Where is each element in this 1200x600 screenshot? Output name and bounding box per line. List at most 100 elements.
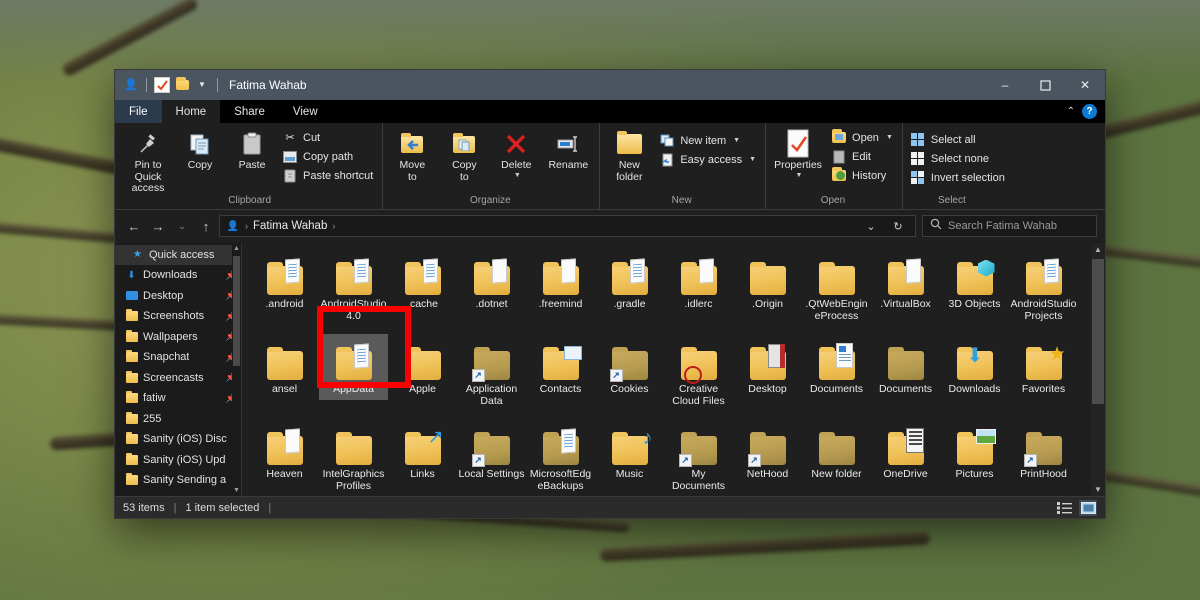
search-input[interactable]: Search Fatima Wahab bbox=[948, 220, 1057, 232]
collapse-ribbon-icon[interactable]: ⌃ bbox=[1067, 106, 1075, 117]
file-item[interactable]: Documents bbox=[871, 334, 940, 419]
file-item[interactable]: .android bbox=[250, 249, 319, 334]
file-item[interactable]: Documents bbox=[802, 334, 871, 419]
maximize-button[interactable] bbox=[1025, 70, 1065, 100]
sidebar-item-screenshots[interactable]: Screenshots 📌 bbox=[115, 306, 241, 327]
file-item[interactable]: .gradle bbox=[595, 249, 664, 334]
invert-selection-button[interactable]: Invert selection bbox=[906, 168, 1009, 187]
sidebar-item-quick-access[interactable]: ★ Quick access bbox=[115, 244, 241, 265]
pin-to-quick-access-button[interactable]: Pin to Quick access bbox=[122, 127, 174, 195]
file-item[interactable]: IntelGraphicsProfiles bbox=[319, 419, 388, 497]
copy-path-button[interactable]: Copy path bbox=[278, 147, 377, 166]
file-item[interactable]: ♪ Music bbox=[595, 419, 664, 497]
customize-chevron-icon[interactable]: ▼ bbox=[194, 77, 210, 93]
sidebar-item-sanity-ios-upd[interactable]: Sanity (iOS) Upd bbox=[115, 450, 241, 471]
file-item[interactable]: Contacts bbox=[526, 334, 595, 419]
minimize-button[interactable]: – bbox=[985, 70, 1025, 100]
sidebar-item-desktop[interactable]: Desktop 📌 bbox=[115, 286, 241, 307]
rename-button[interactable]: Rename bbox=[542, 127, 594, 172]
scroll-down-icon[interactable]: ▼ bbox=[232, 485, 241, 496]
file-item[interactable]: .cache bbox=[388, 249, 457, 334]
open-button[interactable]: Open ▼ bbox=[827, 128, 897, 147]
sidebar-item-snapchat[interactable]: Snapchat 📌 bbox=[115, 347, 241, 368]
file-item[interactable]: ansel bbox=[250, 334, 319, 419]
file-item[interactable]: ↗ Application Data bbox=[457, 334, 526, 419]
file-item[interactable]: Desktop bbox=[733, 334, 802, 419]
select-none-button[interactable]: Select none bbox=[906, 149, 1009, 168]
file-item[interactable]: ↗ NetHood bbox=[733, 419, 802, 497]
copy-button[interactable]: Copy bbox=[174, 127, 226, 172]
file-item[interactable]: .freemind bbox=[526, 249, 595, 334]
file-list-view[interactable]: .android AndroidStudio4.0 .cache .dotnet… bbox=[242, 242, 1105, 497]
address-dropdown-icon[interactable]: ⌄ bbox=[860, 215, 882, 237]
tab-file[interactable]: File bbox=[115, 100, 162, 123]
file-item[interactable]: .idlerc bbox=[664, 249, 733, 334]
cut-button[interactable]: ✂ Cut bbox=[278, 128, 377, 147]
sidebar-item-downloads[interactable]: ⬇ Downloads 📌 bbox=[115, 265, 241, 286]
file-item[interactable]: ★ Favorites bbox=[1009, 334, 1078, 419]
file-item[interactable]: .QtWebEngineProcess bbox=[802, 249, 871, 334]
new-folder-icon[interactable] bbox=[174, 77, 190, 93]
user-icon[interactable]: 👤 bbox=[123, 77, 139, 93]
content-scrollbar[interactable]: ▲ ▼ bbox=[1091, 242, 1105, 496]
large-icons-view-icon[interactable] bbox=[1079, 499, 1097, 516]
file-item[interactable]: Heaven bbox=[250, 419, 319, 497]
open-caret-icon[interactable]: ▼ bbox=[886, 134, 893, 141]
sidebar-item-255[interactable]: 255 bbox=[115, 409, 241, 430]
forward-button[interactable]: → bbox=[147, 215, 169, 237]
file-item[interactable]: AndroidStudioProjects bbox=[1009, 249, 1078, 334]
sidebar-scrollbar[interactable]: ▲ ▼ bbox=[232, 242, 241, 496]
paste-button[interactable]: Paste bbox=[226, 127, 278, 172]
sidebar-item-wallpapers[interactable]: Wallpapers 📌 bbox=[115, 327, 241, 348]
sidebar-item-sanity-ios-disc[interactable]: Sanity (iOS) Disc bbox=[115, 429, 241, 450]
file-item[interactable]: MicrosoftEdgeBackups bbox=[526, 419, 595, 497]
new-folder-button[interactable]: New folder bbox=[603, 127, 655, 183]
file-item[interactable]: Creative Cloud Files bbox=[664, 334, 733, 419]
file-item[interactable]: New folder bbox=[802, 419, 871, 497]
easy-access-button[interactable]: Easy access ▼ bbox=[655, 150, 760, 169]
select-all-button[interactable]: Select all bbox=[906, 130, 1009, 149]
details-view-icon[interactable] bbox=[1055, 500, 1073, 516]
close-button[interactable]: ✕ bbox=[1065, 70, 1105, 100]
file-item[interactable]: ↗ PrintHood bbox=[1009, 419, 1078, 497]
sidebar-scroll-thumb[interactable] bbox=[233, 255, 240, 366]
breadcrumb-item-user[interactable]: Fatima Wahab bbox=[253, 220, 327, 232]
file-item[interactable]: Apple bbox=[388, 334, 457, 419]
properties-caret-icon[interactable]: ▼ bbox=[796, 172, 803, 179]
file-item[interactable]: ↗ My Documents bbox=[664, 419, 733, 497]
file-item[interactable]: AndroidStudio4.0 bbox=[319, 249, 388, 334]
file-item[interactable]: ⬇ Downloads bbox=[940, 334, 1009, 419]
easy-access-caret-icon[interactable]: ▼ bbox=[749, 156, 756, 163]
scroll-up-icon[interactable]: ▲ bbox=[232, 243, 241, 254]
file-item[interactable]: .Origin bbox=[733, 249, 802, 334]
properties-button[interactable]: Properties ▼ bbox=[769, 127, 827, 179]
refresh-icon[interactable]: ↻ bbox=[887, 215, 909, 237]
file-item-appdata[interactable]: AppData bbox=[319, 333, 388, 400]
recent-locations-button[interactable]: ⌄ bbox=[171, 215, 193, 237]
delete-caret-icon[interactable]: ▼ bbox=[514, 172, 521, 179]
tab-share[interactable]: Share bbox=[220, 100, 279, 123]
file-item[interactable]: Pictures bbox=[940, 419, 1009, 497]
sidebar-item-sanity-sending-a[interactable]: Sanity Sending a bbox=[115, 470, 241, 491]
copy-to-button[interactable]: Copy to bbox=[438, 127, 490, 183]
history-button[interactable]: History bbox=[827, 166, 897, 185]
breadcrumb[interactable]: 👤 › Fatima Wahab › ⌄ ↻ bbox=[219, 215, 916, 237]
paste-shortcut-button[interactable]: Paste shortcut bbox=[278, 166, 377, 185]
up-button[interactable]: ↑ bbox=[195, 215, 217, 237]
tab-view[interactable]: View bbox=[279, 100, 332, 123]
delete-button[interactable]: Delete ▼ bbox=[490, 127, 542, 179]
file-item[interactable]: ↗ Links bbox=[388, 419, 457, 497]
tab-home[interactable]: Home bbox=[161, 100, 221, 123]
move-to-button[interactable]: Move to bbox=[386, 127, 438, 183]
file-item[interactable]: OneDrive bbox=[871, 419, 940, 497]
properties-icon[interactable] bbox=[154, 77, 170, 93]
new-item-caret-icon[interactable]: ▼ bbox=[733, 137, 740, 144]
content-scroll-thumb[interactable] bbox=[1092, 258, 1104, 404]
sidebar-item-fatiw[interactable]: fatiw 📌 bbox=[115, 388, 241, 409]
help-icon[interactable]: ? bbox=[1082, 104, 1097, 119]
file-item[interactable]: ↗ Local Settings bbox=[457, 419, 526, 497]
new-item-button[interactable]: New item ▼ bbox=[655, 131, 760, 150]
file-item[interactable]: 3D Objects bbox=[940, 249, 1009, 334]
back-button[interactable]: ← bbox=[123, 215, 145, 237]
search-box[interactable]: Search Fatima Wahab bbox=[922, 215, 1097, 237]
